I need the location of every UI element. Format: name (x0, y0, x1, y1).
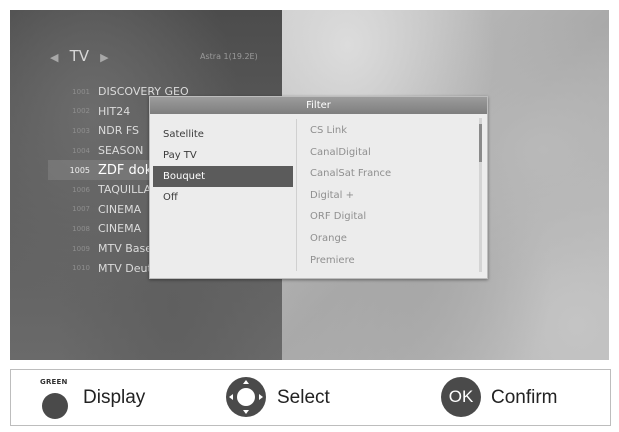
filter-value-item[interactable]: CS Link (310, 120, 470, 142)
filter-value-item[interactable]: Orange (310, 228, 470, 250)
channel-name: CINEMA (98, 202, 142, 216)
channel-name: HIT24 (98, 104, 131, 118)
green-button-icon (42, 393, 68, 419)
display-label: Display (83, 386, 146, 408)
dpad-icon (226, 377, 266, 417)
channel-number: 1010 (72, 264, 90, 273)
filter-option[interactable]: Pay TV (153, 145, 293, 166)
confirm-label: Confirm (491, 386, 558, 408)
key-legend: GREEN Display Select OK Confirm (10, 369, 611, 426)
filter-option[interactable]: Off (153, 187, 293, 208)
channel-name: MTV Base (98, 242, 153, 256)
channel-name: CINEMA (98, 222, 142, 236)
satellite-label: Astra 1(19.2E) (200, 52, 258, 61)
legend-select: Select (277, 370, 330, 425)
channel-number: 1006 (72, 185, 90, 194)
channel-name: TAQUILLA (98, 183, 152, 197)
filter-value-item[interactable]: Premiere (310, 250, 470, 272)
channel-list-title: TV (69, 47, 89, 65)
chevron-left-icon[interactable]: ◀ (50, 51, 58, 64)
filter-value-item[interactable]: CanalSat France (310, 163, 470, 185)
channel-number: 1005 (69, 165, 90, 175)
arrow-up-icon (243, 380, 249, 384)
divider (296, 119, 297, 271)
filter-values-list: CS Link CanalDigital CanalSat France Digita… (310, 120, 470, 271)
filter-option[interactable]: Satellite (153, 124, 293, 145)
channel-number: 1004 (72, 146, 90, 155)
channel-number: 1003 (72, 126, 90, 135)
channel-name: NDR FS (98, 124, 139, 138)
filter-value-item[interactable]: Digital + (310, 185, 470, 207)
ok-key-icon: OK (441, 377, 481, 417)
channel-number: 1002 (72, 107, 90, 116)
filter-popup: Filter Satellite Pay TV Bouquet Off CS Link… (149, 96, 488, 279)
chevron-right-icon[interactable]: ▶ (100, 51, 108, 64)
legend-display: Display (83, 370, 145, 425)
filter-value-item[interactable]: CanalDigital (310, 142, 470, 164)
filter-option[interactable]: Bouquet (153, 166, 293, 187)
popup-title: Filter (150, 97, 487, 114)
legend-confirm: Confirm (491, 370, 558, 425)
channel-number: 1009 (72, 244, 90, 253)
dpad-center-icon (237, 388, 255, 406)
arrow-down-icon (243, 410, 249, 414)
select-label: Select (277, 386, 330, 408)
channel-list-header: ◀ TV ▶ Astra 1(19.2E) (50, 46, 280, 68)
green-key: GREEN (40, 378, 70, 419)
tv-screen: ◀ TV ▶ Astra 1(19.2E) 1001 DISCOVERY GEO 1… (10, 10, 609, 360)
filter-options-list: Satellite Pay TV Bouquet Off (153, 124, 293, 208)
scrollbar-thumb[interactable] (479, 124, 482, 162)
channel-number: 1008 (72, 224, 90, 233)
channel-name: SEASON (98, 144, 144, 158)
filter-value-item[interactable]: ORF Digital (310, 206, 470, 228)
values-scrollbar[interactable] (479, 118, 482, 272)
channel-number: 1001 (72, 87, 90, 96)
green-key-text: GREEN (40, 378, 68, 386)
channel-number: 1007 (72, 205, 90, 214)
arrow-left-icon (229, 394, 233, 400)
arrow-right-icon (259, 394, 263, 400)
